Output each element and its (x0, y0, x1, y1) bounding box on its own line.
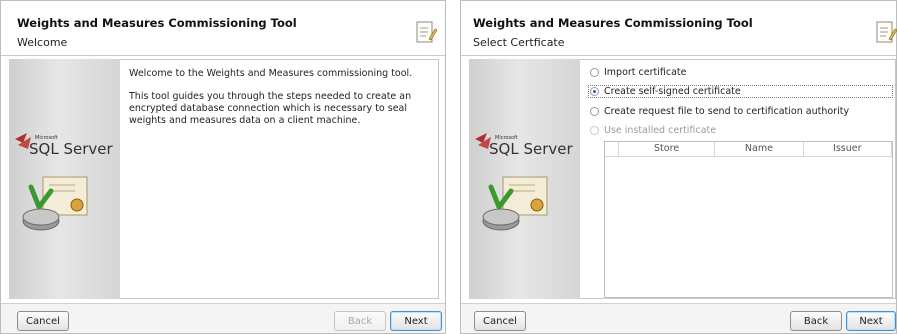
sidebar-banner: Microsoft SQL Server (469, 59, 580, 299)
certificate-table[interactable]: Store Name Issuer (604, 141, 893, 298)
radio-button[interactable] (590, 87, 599, 96)
option-label: Create self-signed certificate (604, 86, 741, 97)
certificate-install-icon (22, 176, 88, 231)
radio-button[interactable] (590, 126, 599, 135)
dialog-title: Weights and Measures Commissioning Tool (473, 16, 753, 30)
content-panel: Import certificate Create self-signed ce… (580, 59, 896, 299)
radio-button[interactable] (590, 68, 599, 77)
next-button[interactable]: Next (390, 311, 442, 331)
sql-server-logo: Microsoft SQL Server (475, 133, 573, 231)
page-subtitle: Welcome (17, 36, 68, 49)
option-label: Create request file to send to certifica… (604, 106, 850, 117)
radio-button[interactable] (590, 107, 599, 116)
column-header-name[interactable]: Name (715, 142, 804, 156)
dialog-header: Weights and Measures Commissioning Tool … (1, 1, 445, 56)
back-button[interactable]: Back (334, 311, 386, 331)
option-installed-certificate[interactable]: Use installed certificate (590, 124, 716, 137)
logo-text: SQL Server (489, 140, 573, 158)
option-import-certificate[interactable]: Import certificate (590, 66, 687, 79)
welcome-dialog: Weights and Measures Commissioning Tool … (0, 0, 446, 334)
page-subtitle: Select Certficate (473, 36, 565, 49)
back-button[interactable]: Back (790, 311, 842, 331)
column-header-blank[interactable] (605, 142, 619, 156)
column-header-issuer[interactable]: Issuer (804, 142, 892, 156)
next-button[interactable]: Next (846, 311, 896, 331)
dialog-header: Weights and Measures Commissioning Tool … (461, 1, 897, 56)
option-self-signed-certificate[interactable]: Create self-signed certificate (590, 85, 741, 98)
table-header: Store Name Issuer (605, 142, 892, 157)
option-label: Use installed certificate (604, 125, 717, 136)
cancel-button[interactable]: Cancel (17, 311, 69, 331)
notepad-pencil-icon (876, 21, 897, 43)
logo-text: SQL Server (29, 140, 113, 158)
column-header-store[interactable]: Store (619, 142, 716, 156)
welcome-heading: Welcome to the Weights and Measures comm… (129, 68, 413, 79)
welcome-description: This tool guides you through the steps n… (129, 91, 412, 126)
certificate-install-icon (482, 176, 548, 231)
option-label: Import certificate (604, 67, 687, 78)
cancel-button[interactable]: Cancel (474, 311, 526, 331)
select-certificate-dialog: Weights and Measures Commissioning Tool … (460, 0, 897, 334)
sql-server-logo: Microsoft SQL Server (15, 133, 113, 231)
option-request-file[interactable]: Create request file to send to certifica… (590, 105, 849, 118)
dialog-title: Weights and Measures Commissioning Tool (17, 16, 297, 30)
sidebar-banner: Microsoft SQL Server (9, 59, 120, 299)
content-panel: Welcome to the Weights and Measures comm… (120, 59, 439, 299)
notepad-pencil-icon (416, 21, 437, 43)
